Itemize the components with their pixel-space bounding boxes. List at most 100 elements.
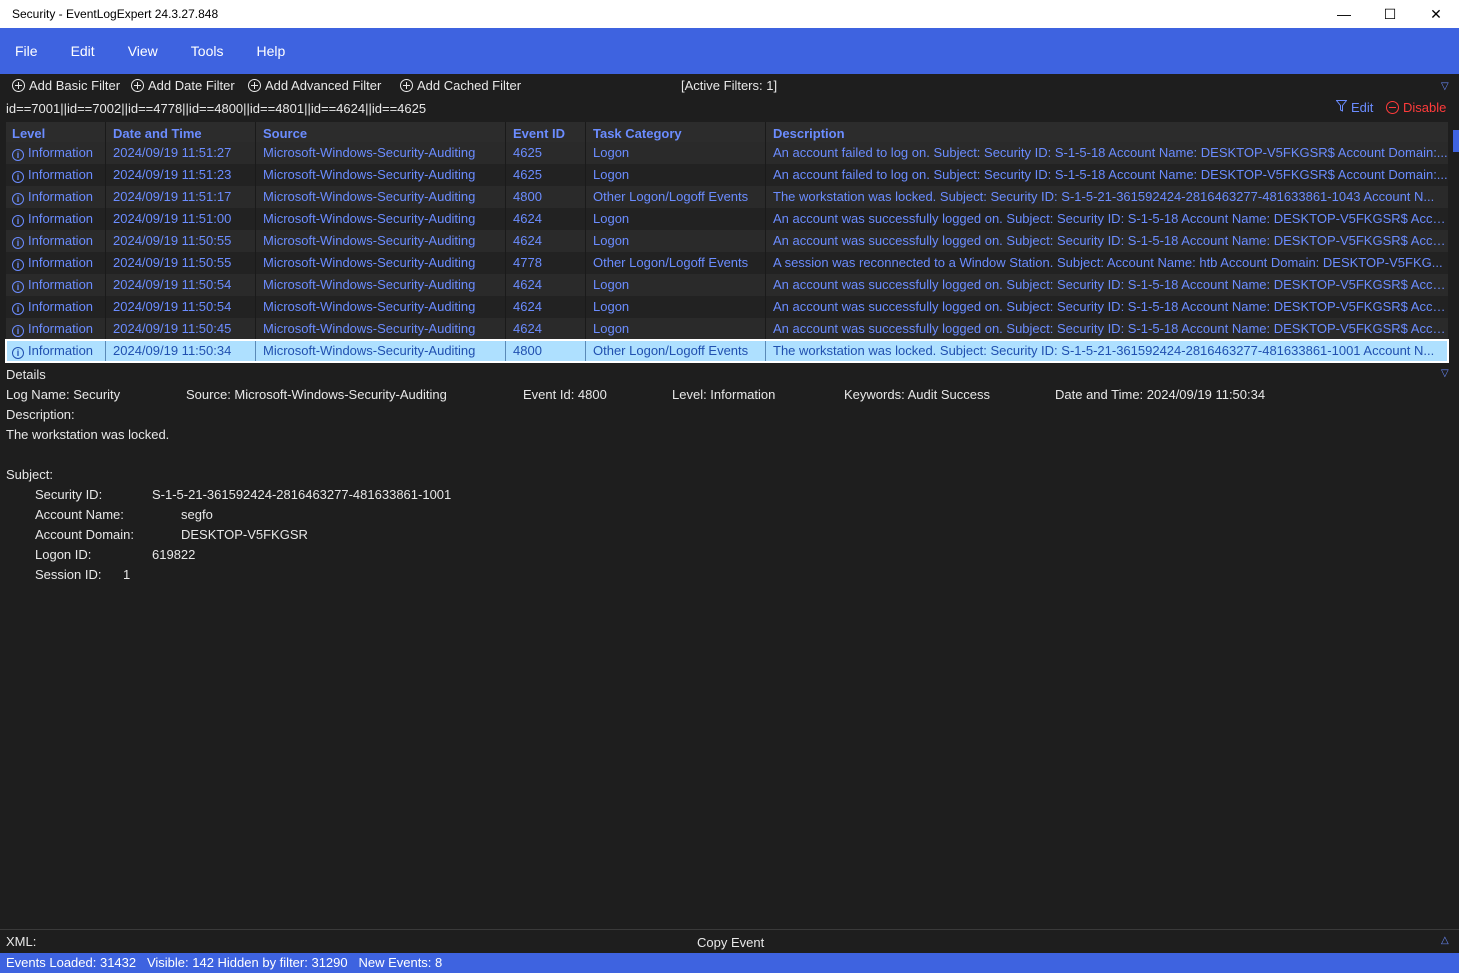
edit-filter-button[interactable]: Edit <box>1335 100 1373 115</box>
cell-level: i Information <box>6 318 106 340</box>
close-button[interactable]: ✕ <box>1413 0 1459 28</box>
maximize-button[interactable]: ☐ <box>1367 0 1413 28</box>
cell-date-time: 2024/09/19 11:50:54 <box>106 274 256 296</box>
cell-level: i Information <box>6 164 106 186</box>
level-text: Information <box>28 211 94 226</box>
cell-level: i Information <box>6 296 106 318</box>
table-row[interactable]: i Information 2024/09/19 11:51:27 Microsoft… <box>6 142 1448 164</box>
detail-level: Level: Information <box>672 387 776 402</box>
copy-event-button[interactable]: Copy Event <box>697 935 764 950</box>
scrollbar-thumb[interactable] <box>1453 130 1459 152</box>
table-row[interactable]: i Information 2024/09/19 11:50:55 Microsoft… <box>6 230 1448 252</box>
cell-source: Microsoft-Windows-Security-Auditing <box>256 340 506 362</box>
field-value: 1 <box>123 567 131 582</box>
cell-description: A session was reconnected to a Window St… <box>773 255 1443 270</box>
menu-view[interactable]: View <box>115 43 170 59</box>
cell-source: Microsoft-Windows-Security-Auditing <box>256 186 506 208</box>
table-row[interactable]: i Information 2024/09/19 11:50:54 Microsoft… <box>6 296 1448 318</box>
menu-tools[interactable]: Tools <box>178 43 236 59</box>
field-key: Account Name: <box>35 507 124 522</box>
cell-source: Microsoft-Windows-Security-Auditing <box>256 164 506 186</box>
cell-task-category: Logon <box>586 164 766 186</box>
cell-source: Microsoft-Windows-Security-Auditing <box>256 252 506 274</box>
cell-task-category: Logon <box>586 318 766 340</box>
detail-date-time: Date and Time: 2024/09/19 11:50:34 <box>1055 387 1266 402</box>
info-icon: i <box>12 149 24 161</box>
cell-date-time: 2024/09/19 11:50:45 <box>106 318 256 340</box>
cell-source: Microsoft-Windows-Security-Auditing <box>256 296 506 318</box>
cell-event-id: 4778 <box>506 252 586 274</box>
cell-description: An account was successfully logged on. S… <box>773 299 1448 314</box>
table-header: Level Date and Time Source Event ID Task… <box>6 122 1448 144</box>
cell-event-id: 4624 <box>506 318 586 340</box>
cell-description: The workstation was locked. Subject: Sec… <box>766 340 1448 362</box>
info-icon: i <box>12 303 24 315</box>
level-text: Information <box>28 299 94 314</box>
column-header-task-category[interactable]: Task Category <box>586 122 766 144</box>
add-date-filter-button[interactable]: Add Date Filter <box>131 78 235 93</box>
cell-date-time: 2024/09/19 11:50:55 <box>106 230 256 252</box>
add-advanced-filter-button[interactable]: Add Advanced Filter <box>248 78 381 93</box>
table-row[interactable]: i Information 2024/09/19 11:50:54 Microsoft… <box>6 274 1448 296</box>
chevron-down-icon[interactable]: ▽ <box>1441 369 1451 379</box>
cell-level: i Information <box>6 208 106 230</box>
window-title: Security - EventLogExpert 24.3.27.848 <box>12 7 219 21</box>
column-header-date[interactable]: Date and Time <box>106 122 256 144</box>
menu-file[interactable]: File <box>2 43 50 59</box>
field-key: Logon ID: <box>35 547 92 562</box>
table-row[interactable]: i Information 2024/09/19 11:51:17 Microsoft… <box>6 186 1448 208</box>
table-row[interactable]: i Information 2024/09/19 11:51:23 Microsoft… <box>6 164 1448 186</box>
cell-task-category: Logon <box>586 230 766 252</box>
table-row[interactable]: i Information 2024/09/19 11:50:34 Microsoft… <box>5 339 1449 363</box>
detail-source: Source: Microsoft-Windows-Security-Audit… <box>186 387 447 402</box>
cell-task-category: Logon <box>586 274 766 296</box>
plus-circle-icon <box>400 79 413 92</box>
detail-keywords: Keywords: Audit Success <box>844 387 990 402</box>
field-value: S-1-5-21-361592424-2816463277-481633861-… <box>152 487 452 502</box>
level-text: Information <box>28 189 94 204</box>
event-table: Level Date and Time Source Event ID Task… <box>5 122 1449 363</box>
add-basic-filter-button[interactable]: Add Basic Filter <box>12 78 120 93</box>
column-header-source[interactable]: Source <box>256 122 506 144</box>
info-icon: i <box>12 325 24 337</box>
minimize-button[interactable]: — <box>1321 0 1367 28</box>
field-key: Security ID: <box>35 487 103 502</box>
cell-date-time: 2024/09/19 11:51:23 <box>106 164 256 186</box>
add-cached-filter-button[interactable]: Add Cached Filter <box>400 78 521 93</box>
table-body: i Information 2024/09/19 11:51:27 Microsoft… <box>5 142 1449 363</box>
cell-date-time: 2024/09/19 11:51:00 <box>106 208 256 230</box>
menu-help[interactable]: Help <box>243 43 297 59</box>
level-text: Information <box>28 233 94 248</box>
disable-filter-button[interactable]: Disable <box>1386 100 1446 115</box>
table-row[interactable]: i Information 2024/09/19 11:50:55 Microsoft… <box>6 252 1448 274</box>
field-value: 619822 <box>152 547 196 562</box>
cell-description: An account was successfully logged on. S… <box>773 233 1448 248</box>
cell-event-id: 4625 <box>506 142 586 164</box>
column-header-description[interactable]: Description <box>766 122 1448 144</box>
table-row[interactable]: i Information 2024/09/19 11:50:45 Microsoft… <box>6 318 1448 340</box>
level-text: Information <box>28 277 94 292</box>
cell-date-time: 2024/09/19 11:50:54 <box>106 296 256 318</box>
field-key: Account Domain: <box>35 527 134 542</box>
table-scrollbar[interactable] <box>1450 122 1459 362</box>
xml-label: XML: <box>6 934 37 949</box>
cell-event-id: 4624 <box>506 274 586 296</box>
level-text: Information <box>28 255 94 270</box>
column-header-event-id[interactable]: Event ID <box>506 122 586 144</box>
chevron-up-icon[interactable]: △ <box>1441 936 1451 946</box>
field-key: Session ID: <box>35 567 102 582</box>
cell-date-time: 2024/09/19 11:50:55 <box>106 252 256 274</box>
chevron-down-icon[interactable]: ▽ <box>1441 82 1451 92</box>
table-row[interactable]: i Information 2024/09/19 11:51:00 Microsoft… <box>6 208 1448 230</box>
cell-source: Microsoft-Windows-Security-Auditing <box>256 318 506 340</box>
cell-source: Microsoft-Windows-Security-Auditing <box>256 142 506 164</box>
detail-event-id: Event Id: 4800 <box>523 387 607 402</box>
cell-description: An account failed to log on. Subject: Se… <box>773 167 1448 182</box>
plus-circle-icon <box>248 79 261 92</box>
cell-task-category: Other Logon/Logoff Events <box>586 252 766 274</box>
level-text: Information <box>28 167 94 182</box>
menu-edit[interactable]: Edit <box>58 43 107 59</box>
column-header-level[interactable]: Level <box>6 122 106 144</box>
title-bar: Security - EventLogExpert 24.3.27.848 — … <box>0 0 1459 28</box>
cell-event-id: 4624 <box>506 230 586 252</box>
